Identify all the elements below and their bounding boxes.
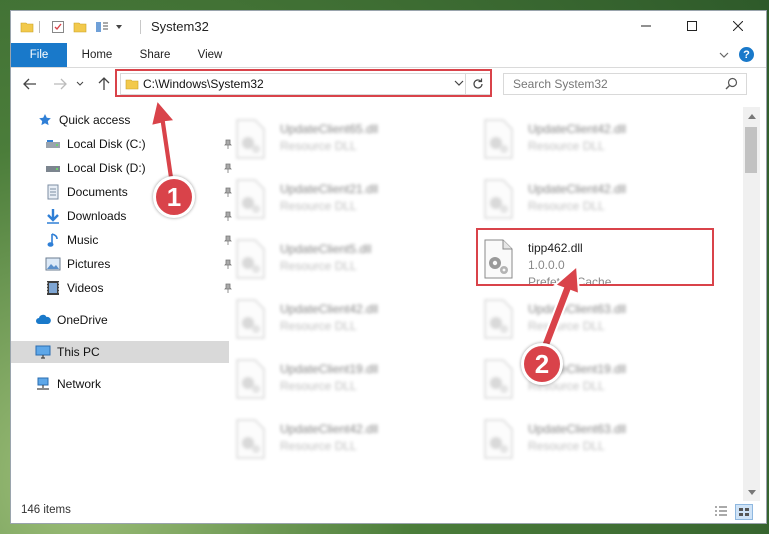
annotation-arrows <box>149 97 581 353</box>
step-badge-2: 2 <box>521 343 563 385</box>
step-badge-1: 1 <box>153 176 195 218</box>
arrow-up-icon <box>149 97 177 180</box>
arrow-up-icon <box>538 263 581 353</box>
